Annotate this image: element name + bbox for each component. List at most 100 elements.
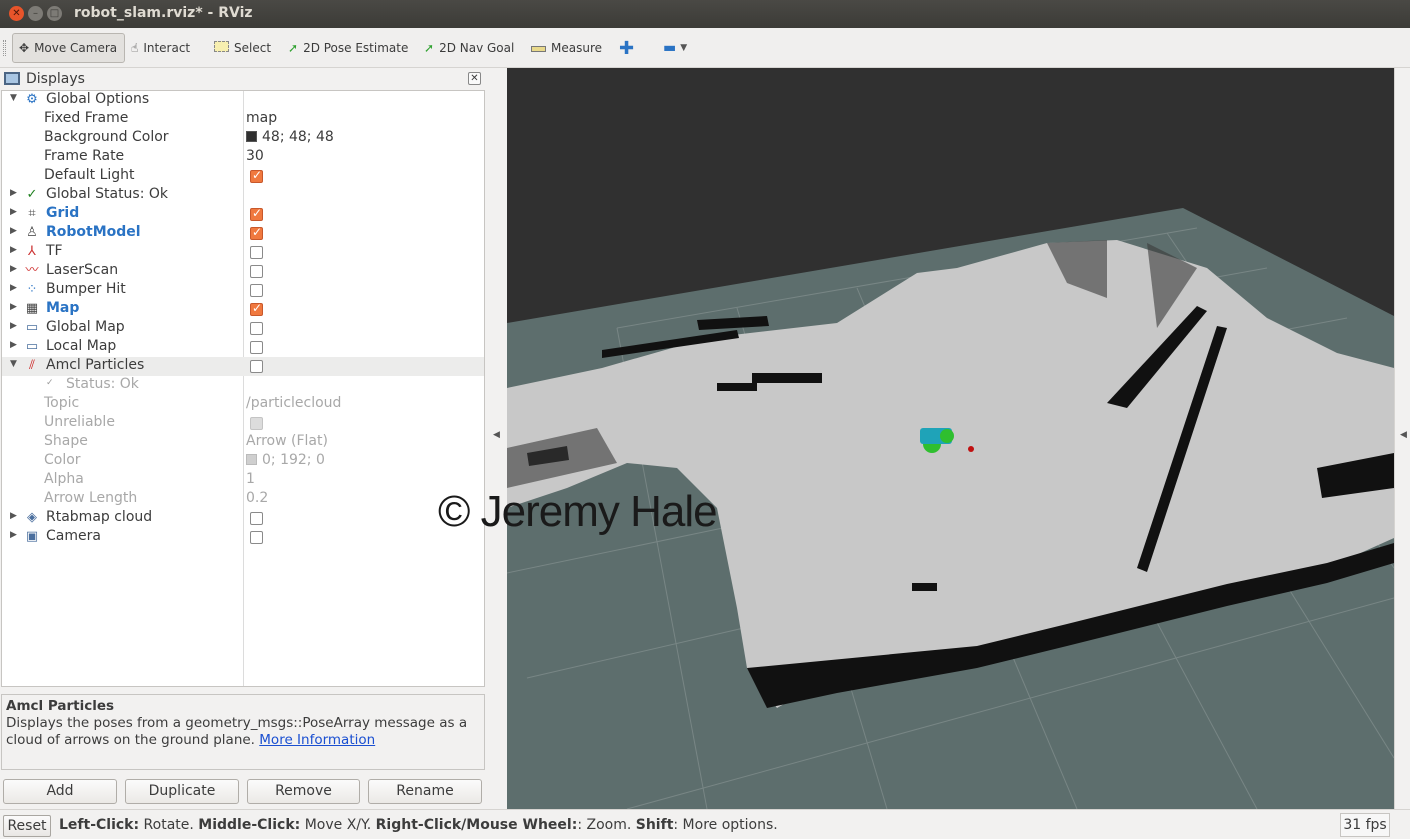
axes-icon: ⅄ bbox=[28, 244, 36, 259]
gear-icon: ⚙ bbox=[26, 92, 38, 107]
tree-row-background-color[interactable]: Background Color 48; 48; 48 bbox=[2, 129, 484, 148]
collapse-left-arrow-icon[interactable]: ◀ bbox=[493, 430, 500, 440]
remove-button[interactable]: Remove bbox=[247, 779, 360, 804]
occupancy-map-render bbox=[507, 208, 1394, 809]
green-arrow-icon: ➚ bbox=[288, 41, 299, 55]
point-cloud-icon: ⁘ bbox=[26, 282, 38, 297]
collapsed-arrow-icon[interactable]: ▶ bbox=[10, 264, 20, 274]
close-window-button[interactable]: ✕ bbox=[9, 6, 24, 21]
map-checkbox[interactable] bbox=[250, 301, 263, 316]
tree-row-amcl-status[interactable]: ✓ Status: Ok bbox=[2, 376, 484, 395]
default-light-checkbox[interactable] bbox=[250, 168, 263, 183]
add-tool-icon[interactable]: ✚ bbox=[619, 33, 634, 63]
folder-icon: ▭ bbox=[25, 320, 39, 335]
global-map-checkbox[interactable] bbox=[250, 322, 263, 335]
reset-button[interactable]: Reset bbox=[3, 815, 51, 837]
collapsed-arrow-icon[interactable]: ▶ bbox=[10, 207, 20, 217]
tree-row-frame-rate[interactable]: Frame Rate 30 bbox=[2, 148, 484, 167]
pose-array-icon: ⫽ bbox=[29, 358, 35, 373]
grid-checkbox[interactable] bbox=[250, 206, 263, 221]
window-title: robot_slam.rviz* - RViz bbox=[74, 5, 253, 21]
tree-row-unreliable[interactable]: Unreliable bbox=[2, 414, 484, 433]
tree-row-arrow-length[interactable]: Arrow Length 0.2 bbox=[2, 490, 484, 509]
collapsed-arrow-icon[interactable]: ▶ bbox=[10, 245, 20, 255]
expanded-arrow-icon[interactable]: ▼ bbox=[10, 359, 20, 369]
tree-row-color[interactable]: Color 0; 192; 0 bbox=[2, 452, 484, 471]
rtabmap-cloud-checkbox[interactable] bbox=[250, 512, 263, 525]
tree-row-map[interactable]: ▶ ▦ Map bbox=[2, 300, 484, 319]
displays-panel-header: Displays ✕ bbox=[0, 68, 486, 90]
interact-tool[interactable]: ☝ Interact bbox=[131, 33, 190, 63]
tree-row-alpha[interactable]: Alpha 1 bbox=[2, 471, 484, 490]
measure-tool[interactable]: Measure bbox=[531, 33, 602, 63]
collapsed-arrow-icon[interactable]: ▶ bbox=[10, 321, 20, 331]
minimize-window-button[interactable]: – bbox=[28, 6, 43, 21]
tools-toolbar: ✥ Move Camera ☝ Interact Select ➚ 2D Pos… bbox=[0, 28, 1410, 68]
tree-row-topic[interactable]: Topic /particlecloud bbox=[2, 395, 484, 414]
laserscan-checkbox[interactable] bbox=[250, 265, 263, 278]
camera-checkbox[interactable] bbox=[250, 531, 263, 544]
watermark-text: © Jeremy Hale bbox=[438, 487, 718, 536]
color-swatch[interactable] bbox=[246, 131, 257, 142]
tree-row-amcl-particles[interactable]: ▼ ⫽ Amcl Particles bbox=[2, 357, 484, 376]
collapsed-arrow-icon[interactable]: ▶ bbox=[10, 226, 20, 236]
2d-nav-goal-tool[interactable]: ➚ 2D Nav Goal bbox=[424, 33, 514, 63]
tree-row-global-options[interactable]: ▼ ⚙ Global Options bbox=[2, 91, 484, 110]
tree-row-camera[interactable]: ▶ ▣ Camera bbox=[2, 528, 484, 547]
tree-row-default-light[interactable]: Default Light bbox=[2, 167, 484, 186]
collapsed-arrow-icon[interactable]: ▶ bbox=[10, 283, 20, 293]
color-swatch[interactable] bbox=[246, 454, 257, 465]
fps-counter: 31 fps bbox=[1340, 813, 1390, 837]
toolbar-grip[interactable] bbox=[3, 40, 6, 56]
2d-pose-estimate-tool[interactable]: ➚ 2D Pose Estimate bbox=[288, 33, 408, 63]
collapsed-arrow-icon[interactable]: ▶ bbox=[10, 188, 20, 198]
select-tool[interactable]: Select bbox=[214, 33, 271, 63]
tree-row-tf[interactable]: ▶ ⅄ TF bbox=[2, 243, 484, 262]
tree-row-local-map[interactable]: ▶ ▭ Local Map bbox=[2, 338, 484, 357]
tree-row-grid[interactable]: ▶ ⌗ Grid bbox=[2, 205, 484, 224]
tree-row-laserscan[interactable]: ▶ 〰 LaserScan bbox=[2, 262, 484, 281]
tree-row-global-status[interactable]: ▶ ✓ Global Status: Ok bbox=[2, 186, 484, 205]
bumper-hit-checkbox[interactable] bbox=[250, 284, 263, 297]
tf-checkbox[interactable] bbox=[250, 246, 263, 259]
tree-row-global-map[interactable]: ▶ ▭ Global Map bbox=[2, 319, 484, 338]
unreliable-checkbox[interactable] bbox=[250, 417, 263, 430]
remove-tool-icon[interactable]: ▬ ▼ bbox=[663, 33, 687, 63]
move-camera-icon: ✥ bbox=[19, 41, 30, 55]
window-titlebar: ✕ – □ robot_slam.rviz* - RViz bbox=[0, 0, 1410, 28]
add-button[interactable]: Add bbox=[3, 779, 117, 804]
move-camera-tool[interactable]: ✥ Move Camera bbox=[12, 33, 125, 63]
collapsed-arrow-icon[interactable]: ▶ bbox=[10, 302, 20, 312]
collapsed-arrow-icon[interactable]: ▶ bbox=[10, 511, 20, 521]
description-body: Displays the poses from a geometry_msgs:… bbox=[6, 715, 468, 748]
render-3d-view[interactable] bbox=[507, 68, 1394, 809]
maximize-window-button[interactable]: □ bbox=[47, 6, 62, 21]
hand-pointer-icon: ☝ bbox=[131, 41, 139, 55]
tree-row-rtabmap-cloud[interactable]: ▶ ◈ Rtabmap cloud bbox=[2, 509, 484, 528]
chevron-down-icon[interactable]: ▼ bbox=[680, 43, 687, 53]
laser-scan-icon: 〰 bbox=[25, 263, 39, 278]
collapsed-arrow-icon[interactable]: ▶ bbox=[10, 530, 20, 540]
rename-button[interactable]: Rename bbox=[368, 779, 482, 804]
displays-panel: Displays ✕ ▼ ⚙ Global Options Fixed Fram… bbox=[0, 68, 486, 809]
duplicate-button[interactable]: Duplicate bbox=[125, 779, 239, 804]
status-bar: Reset Left-Click: Rotate. Middle-Click: … bbox=[0, 809, 1410, 839]
collapsed-arrow-icon[interactable]: ▶ bbox=[10, 340, 20, 350]
monitor-icon bbox=[4, 72, 20, 85]
green-arrow-icon: ➚ bbox=[424, 41, 435, 55]
expanded-arrow-icon[interactable]: ▼ bbox=[10, 93, 20, 103]
tree-row-robotmodel[interactable]: ▶ ♙ RobotModel bbox=[2, 224, 484, 243]
tree-row-bumper-hit[interactable]: ▶ ⁘ Bumper Hit bbox=[2, 281, 484, 300]
collapse-right-arrow-icon[interactable]: ◀ bbox=[1400, 430, 1407, 440]
map-icon: ▦ bbox=[25, 301, 39, 316]
close-panel-icon[interactable]: ✕ bbox=[468, 72, 481, 85]
display-description: Amcl Particles Displays the poses from a… bbox=[1, 694, 485, 770]
tree-row-fixed-frame[interactable]: Fixed Frame map bbox=[2, 110, 484, 129]
more-information-link[interactable]: More Information bbox=[259, 732, 375, 748]
grid-icon: ⌗ bbox=[28, 206, 36, 221]
local-map-checkbox[interactable] bbox=[250, 341, 263, 354]
amcl-particles-checkbox[interactable] bbox=[250, 360, 263, 373]
check-icon: ✓ bbox=[26, 187, 38, 202]
robotmodel-checkbox[interactable] bbox=[250, 225, 263, 240]
tree-row-shape[interactable]: Shape Arrow (Flat) bbox=[2, 433, 484, 452]
